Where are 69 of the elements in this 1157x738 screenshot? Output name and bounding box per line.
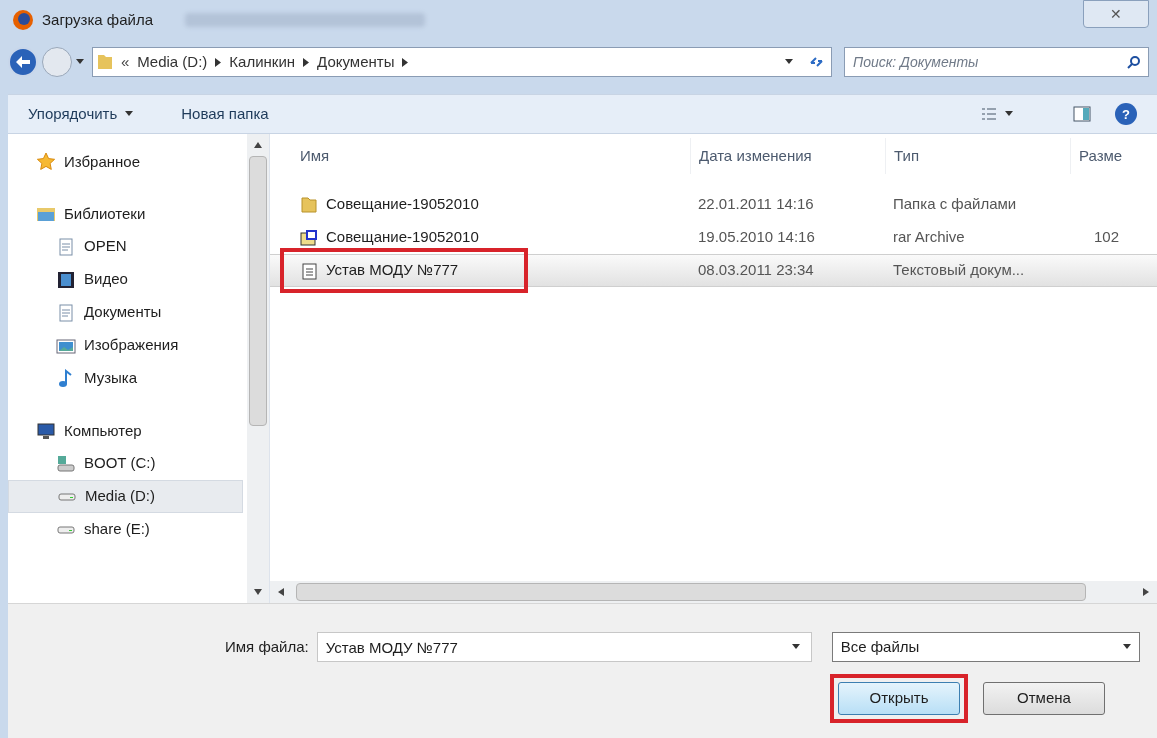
scroll-down-icon — [254, 589, 262, 595]
search-field[interactable]: Поиск: Документы — [844, 47, 1149, 77]
scroll-up-icon — [254, 142, 262, 148]
archive-icon — [300, 228, 318, 247]
view-options-button[interactable] — [981, 107, 1013, 121]
filename-field[interactable]: Устав МОДУ №777 — [316, 632, 812, 662]
dropdown-arrow-icon — [791, 644, 800, 650]
sidebar-group[interactable]: Библиотеки — [8, 198, 247, 230]
overflow-chevron: « — [121, 51, 130, 72]
sidebar-item[interactable]: Изображения — [8, 329, 243, 362]
breadcrumb-arrow-icon — [215, 57, 222, 67]
drive-icon — [56, 525, 76, 534]
toolbar-button[interactable]: Упорядочить — [28, 102, 134, 126]
back-arrow-icon — [16, 56, 30, 68]
column-header[interactable]: Тип — [885, 138, 1070, 174]
text-document-icon — [300, 261, 318, 280]
folder-icon — [97, 53, 113, 71]
film-icon — [56, 269, 76, 290]
dialog-button[interactable]: Открыть — [838, 682, 960, 715]
horizontal-scrollbar[interactable] — [270, 581, 1157, 603]
window-title: Загрузка файла — [42, 9, 153, 30]
star-icon — [36, 152, 56, 172]
sidebar-item[interactable]: Видео — [8, 263, 243, 296]
breadcrumb-arrow-icon — [303, 57, 310, 67]
folder-icon — [300, 195, 318, 214]
sidebar-item[interactable]: share (E:) — [8, 513, 243, 546]
file-type-dropdown[interactable]: Все файлы — [831, 632, 1140, 662]
drive-icon — [57, 492, 77, 501]
sidebar-group[interactable]: Компьютер — [8, 415, 247, 447]
file-row[interactable]: Устав МОДУ №777 08.03.2011 23:34 Текстовый докум... — [270, 254, 1157, 287]
address-dropdown-icon — [785, 59, 793, 65]
breadcrumb[interactable]: Документы — [317, 50, 395, 74]
sidebar-item[interactable]: Музыка — [8, 362, 243, 395]
scroll-left-icon — [278, 588, 284, 596]
sidebar-item[interactable]: BOOT (C:) — [8, 447, 243, 480]
breadcrumb-arrow-icon — [402, 57, 409, 67]
scroll-right-icon — [1143, 588, 1149, 596]
help-button[interactable]: ? — [1115, 103, 1137, 125]
column-header[interactable]: Разме — [1070, 138, 1157, 174]
address-bar[interactable]: « Media (D:) Калинкин Документы — [92, 47, 832, 77]
column-header[interactable]: Имя — [270, 138, 690, 174]
toolbar-button[interactable]: Новая папка — [181, 102, 269, 126]
close-button[interactable]: ✕ — [1083, 0, 1149, 28]
caret-icon — [1005, 111, 1013, 117]
dialog-button[interactable]: Отмена — [983, 682, 1105, 715]
filename-label: Имя файла: — [225, 636, 309, 657]
computer-icon — [36, 421, 56, 441]
sidebar-group[interactable]: Избранное — [8, 146, 247, 178]
document-icon — [56, 236, 76, 257]
sidebar-item[interactable]: OPEN — [8, 230, 243, 263]
breadcrumb[interactable]: Media (D:) — [137, 50, 208, 74]
document-icon — [56, 302, 76, 323]
list-view-icon — [981, 107, 997, 121]
file-row[interactable]: Совещание-19052010 19.05.2010 14:16 rar Archive 102 — [270, 221, 1157, 254]
dropdown-arrow-icon — [1122, 644, 1131, 650]
sidebar-item[interactable]: Документы — [8, 296, 243, 329]
search-icon — [1127, 55, 1141, 69]
sidebar-item[interactable]: Media (D:) — [8, 480, 243, 513]
history-dropdown-icon — [76, 59, 84, 65]
column-header[interactable]: Дата изменения — [690, 138, 885, 174]
file-row[interactable]: Совещание-19052010 22.01.2011 14:16 Папка с файлами — [270, 188, 1157, 221]
preview-pane-icon[interactable] — [1073, 106, 1091, 122]
browser-logo-icon — [12, 9, 34, 31]
vertical-scrollbar[interactable] — [247, 134, 269, 603]
scrollbar-thumb[interactable] — [296, 583, 1086, 601]
caret-icon — [125, 111, 134, 117]
breadcrumb[interactable]: Калинкин — [229, 50, 296, 74]
scrollbar-thumb[interactable] — [249, 156, 267, 426]
drive-icon — [56, 453, 76, 474]
